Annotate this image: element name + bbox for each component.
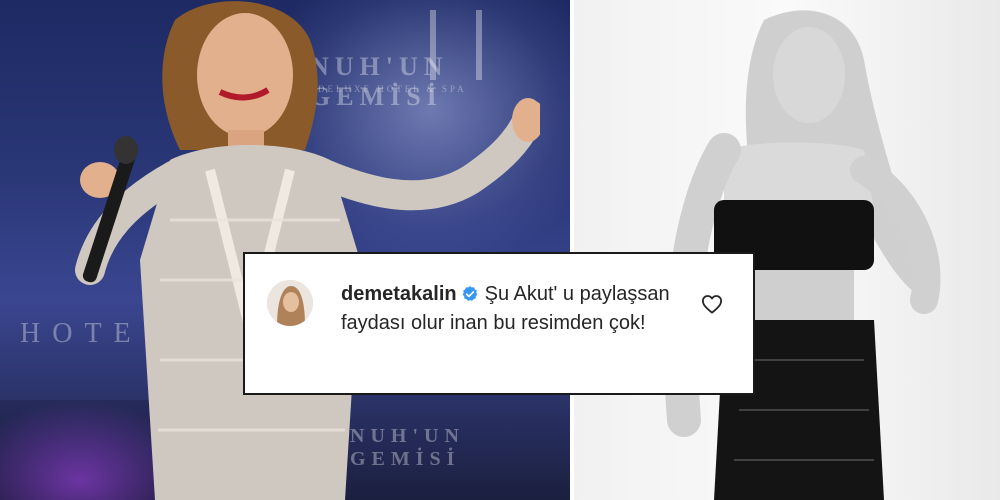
comment-body: demetakalin Şu Akut' u paylaşsan faydası … <box>341 280 701 338</box>
comment-card: demetakalin Şu Akut' u paylaşsan faydası … <box>243 252 755 395</box>
right-photo <box>574 0 1000 500</box>
avatar-image <box>267 280 313 326</box>
left-photo: NUH'UN GEMİSİ DELUXE HOTEL & SPA HOTE NU… <box>0 0 570 500</box>
performer-figure <box>75 1 540 500</box>
comment-username[interactable]: demetakalin <box>341 283 457 305</box>
verified-badge-icon <box>462 286 477 301</box>
avatar[interactable] <box>267 280 313 326</box>
model-figure <box>664 10 941 500</box>
heart-icon[interactable] <box>701 294 723 314</box>
